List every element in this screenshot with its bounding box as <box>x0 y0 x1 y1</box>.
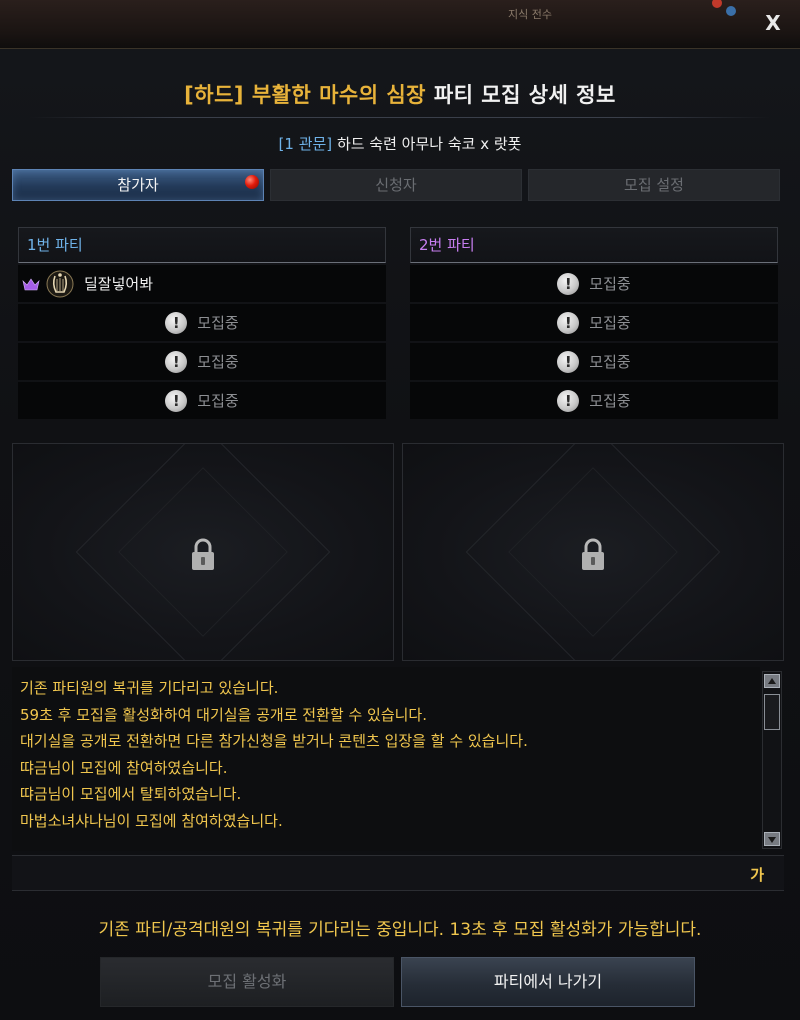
bard-harp-icon <box>46 270 74 297</box>
recruit-subtitle: [1 관문] 하드 숙련 아무나 숙코 x 랏폿 <box>0 133 800 154</box>
background-hint-text: 지식 전수 <box>508 8 552 21</box>
lock-icon <box>192 538 214 570</box>
party-slot-empty[interactable]: ! 모집중 <box>410 265 778 302</box>
crown-icon <box>22 277 40 290</box>
chat-input[interactable]: 가 <box>12 855 784 891</box>
party-slot-empty[interactable]: ! 모집중 <box>18 343 386 380</box>
log-line: 59초 후 모집을 활성화하여 대기실을 공개로 전환할 수 있습니다. <box>20 705 428 724</box>
background-strip: 지식 전수 <box>0 0 800 48</box>
exclamation-icon: ! <box>165 389 188 412</box>
map-marker-icon <box>726 6 736 16</box>
close-button[interactable]: X <box>760 10 786 36</box>
scroll-thumb[interactable] <box>764 694 780 730</box>
exclamation-icon: ! <box>165 350 188 373</box>
status-message: 기존 파티/공격대원의 복귀를 기다리는 중입니다. 13초 후 모집 활성화가… <box>98 920 702 940</box>
tab-label: 모집 설정 <box>624 176 684 194</box>
log-line: 대기실을 공개로 전환하면 다른 참가신청을 받거나 콘텐츠 입장을 할 수 있… <box>20 732 528 750</box>
exclamation-icon: ! <box>557 272 580 295</box>
party-2-title: 2번 파티 <box>410 227 778 263</box>
party-1-panel: 1번 파티 딜잘넣어봐 ! 모집중 ! 모집중 ! 모집중 <box>18 227 386 419</box>
exclamation-icon: ! <box>557 350 580 373</box>
title-text: 파티 모집 상세 정보 <box>433 83 616 107</box>
input-language-toggle[interactable]: 가 <box>750 864 764 885</box>
exclamation-icon: ! <box>557 311 580 334</box>
title-divider <box>30 117 770 118</box>
locked-party-panel <box>402 443 784 661</box>
recruit-description: 하드 숙련 아무나 숙코 x 랏폿 <box>336 135 522 153</box>
party-slot-empty[interactable]: ! 모집중 <box>410 382 778 419</box>
tab-recruit-settings[interactable]: 모집 설정 <box>528 169 780 201</box>
recruiting-label: 모집중 <box>589 314 631 332</box>
tab-participants[interactable]: 참가자 <box>12 169 264 201</box>
map-marker-icon <box>712 0 722 8</box>
party-slot-empty[interactable]: ! 모집중 <box>18 304 386 341</box>
activate-recruit-button[interactable]: 모집 활성화 <box>100 957 394 1007</box>
tab-bar: 참가자 신청자 모집 설정 <box>12 169 780 201</box>
party-recruit-window: [하드] 부활한 마수의 심장 파티 모집 상세 정보 [1 관문] 하드 숙련… <box>0 48 800 1020</box>
scroll-up-button[interactable] <box>764 674 780 688</box>
log-line: 기존 파티원의 복귀를 기다리고 있습니다. <box>20 679 279 697</box>
log-line: 땨금님이 모집에서 탈퇴하였습니다. <box>20 785 242 803</box>
window-title: [하드] 부활한 마수의 심장 파티 모집 상세 정보 <box>0 79 800 109</box>
recruiting-label: 모집중 <box>197 353 239 371</box>
recruiting-label: 모집중 <box>589 275 631 293</box>
party-slot-leader[interactable]: 딜잘넣어봐 <box>18 265 386 302</box>
gate-label: [1 관문] <box>278 135 333 153</box>
member-name: 딜잘넣어봐 <box>84 275 154 293</box>
tab-label: 신청자 <box>375 176 417 194</box>
party-1-title: 1번 파티 <box>18 227 386 263</box>
raid-name: [하드] 부활한 마수의 심장 <box>184 83 426 107</box>
tab-label: 참가자 <box>117 176 159 194</box>
recruiting-label: 모집중 <box>197 314 239 332</box>
log-line: 땨금님이 모집에 참여하였습니다. <box>20 758 228 777</box>
tab-applicants[interactable]: 신청자 <box>270 169 522 201</box>
scroll-down-button[interactable] <box>764 832 780 846</box>
exclamation-icon: ! <box>165 311 188 334</box>
system-log: 기존 파티원의 복귀를 기다리고 있습니다. 59초 후 모집을 활성화하여 대… <box>12 667 760 851</box>
log-scrollbar[interactable] <box>762 671 782 849</box>
party-slot-empty[interactable]: ! 모집중 <box>18 382 386 419</box>
log-line: 마법소녀샤나님이 모집에 참여하였습니다. <box>20 811 283 830</box>
party-slot-empty[interactable]: ! 모집중 <box>410 343 778 380</box>
member-entry: 딜잘넣어봐 <box>22 265 153 302</box>
leave-party-button[interactable]: 파티에서 나가기 <box>401 957 695 1007</box>
recruiting-label: 모집중 <box>589 392 631 410</box>
locked-party-panel <box>12 443 394 661</box>
party-slot-empty[interactable]: ! 모집중 <box>410 304 778 341</box>
party-2-panel: 2번 파티 ! 모집중 ! 모집중 ! 모집중 ! 모집중 <box>410 227 778 419</box>
lock-icon <box>582 538 604 570</box>
recruiting-label: 모집중 <box>589 353 631 371</box>
exclamation-icon: ! <box>557 389 580 412</box>
notification-dot-icon <box>245 175 259 189</box>
recruiting-label: 모집중 <box>197 392 239 410</box>
